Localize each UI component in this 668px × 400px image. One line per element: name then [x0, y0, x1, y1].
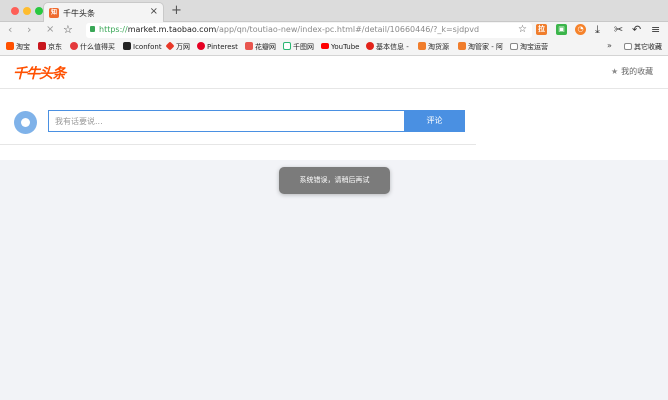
site-logo[interactable]: 千牛头条: [13, 63, 66, 83]
jd-icon: [38, 42, 46, 50]
bookmarks-more-button[interactable]: »: [607, 41, 612, 50]
pinterest-icon: [197, 42, 205, 50]
huaban-icon: [245, 42, 253, 50]
ext-green-icon[interactable]: ▣: [556, 24, 567, 35]
url-text[interactable]: https://market.m.taobao.com/app/qn/touti…: [99, 25, 479, 34]
bookmark-item[interactable]: 什么值得买: [70, 42, 115, 53]
tab-favicon-icon: 知: [49, 8, 59, 18]
comment-box: 评论: [0, 89, 476, 145]
bookmark-item[interactable]: 京东: [38, 42, 62, 53]
error-toast: 系统错误，请稍后再试: [279, 167, 390, 194]
tab-close-icon[interactable]: ×: [150, 6, 158, 17]
window-minimize-button[interactable]: [23, 7, 31, 15]
folder-icon: [510, 43, 518, 50]
other-bookmarks-folder[interactable]: 其它收藏: [624, 42, 662, 53]
lock-icon: [90, 26, 95, 32]
star-icon: ★: [611, 67, 619, 76]
qiantu-icon: [283, 42, 291, 50]
browser-tab[interactable]: 知 千牛头条 ×: [43, 2, 164, 22]
url-host: market.m.taobao.com: [127, 25, 217, 34]
bookmark-item[interactable]: 千图网: [283, 42, 314, 53]
navigation-bar: ‹ › × ☆ https://market.m.taobao.com/app/…: [0, 22, 668, 39]
comment-submit-button[interactable]: 评论: [404, 110, 465, 132]
bookmark-item[interactable]: 淘管家 - 阿: [458, 42, 503, 53]
iconfont-icon: [123, 42, 131, 50]
bookmark-page-icon[interactable]: ☆: [518, 24, 527, 35]
bookmark-folder[interactable]: 淘宝运营: [510, 42, 548, 53]
ext-alarm-icon[interactable]: ◔: [575, 24, 586, 35]
taohuoyuan-icon: [418, 42, 426, 50]
bookmark-item[interactable]: Pinterest: [197, 42, 238, 53]
smzdm-icon: [70, 42, 78, 50]
bookmark-item[interactable]: 淘货源: [418, 42, 449, 53]
bookmark-item[interactable]: YouTube: [321, 42, 359, 53]
page-content: 千牛头条 ★我的收藏 评论: [0, 56, 668, 160]
tab-strip: 知 千牛头条 × +: [0, 0, 668, 22]
new-tab-button[interactable]: +: [171, 3, 182, 18]
avatar: [14, 111, 37, 134]
youtube-icon: [321, 43, 329, 49]
bookmark-item[interactable]: Iconfont: [123, 42, 162, 53]
wanwang-icon: [165, 41, 175, 51]
back-button[interactable]: ‹: [8, 23, 12, 37]
ext-orange-icon[interactable]: 拉: [536, 24, 547, 35]
site-header: 千牛头条 ★ 我的收藏: [0, 56, 668, 89]
window-maximize-button[interactable]: [35, 7, 43, 15]
url-path: /app/qn/toutiao-new/index-pc.html#/detai…: [216, 25, 480, 34]
url-scheme: https://: [99, 25, 128, 34]
bookmark-item[interactable]: 花瓣网: [245, 42, 276, 53]
window-close-button[interactable]: [11, 7, 19, 15]
bookmarks-star-icon[interactable]: ☆: [63, 23, 73, 37]
address-bar[interactable]: https://market.m.taobao.com/app/qn/touti…: [86, 23, 532, 38]
download-icon[interactable]: ⤓: [595, 22, 600, 37]
stop-button[interactable]: ×: [46, 23, 54, 37]
bookmarks-bar: 淘宝 京东 什么值得买 Iconfont 万网 Pinterest 花瓣网 千图…: [0, 39, 668, 56]
bookmark-item[interactable]: 淘宝: [6, 42, 30, 53]
taobao-icon: [6, 42, 14, 50]
menu-icon[interactable]: ≡: [651, 22, 660, 37]
bookmark-item[interactable]: 万网: [165, 41, 190, 53]
comment-input[interactable]: [48, 110, 404, 132]
folder-icon: [624, 43, 632, 50]
tab-title: 千牛头条: [63, 9, 95, 18]
taoguanjia-icon: [458, 42, 466, 50]
weibo-icon: [366, 42, 374, 50]
undo-icon[interactable]: ↶: [632, 22, 641, 37]
forward-button[interactable]: ›: [27, 23, 31, 37]
avatar-face-icon: [21, 118, 30, 127]
scissors-icon[interactable]: ✂: [614, 22, 623, 37]
bookmark-item[interactable]: 基本信息 -: [366, 42, 409, 53]
my-favorites-link[interactable]: ★ 我的收藏: [611, 66, 653, 77]
